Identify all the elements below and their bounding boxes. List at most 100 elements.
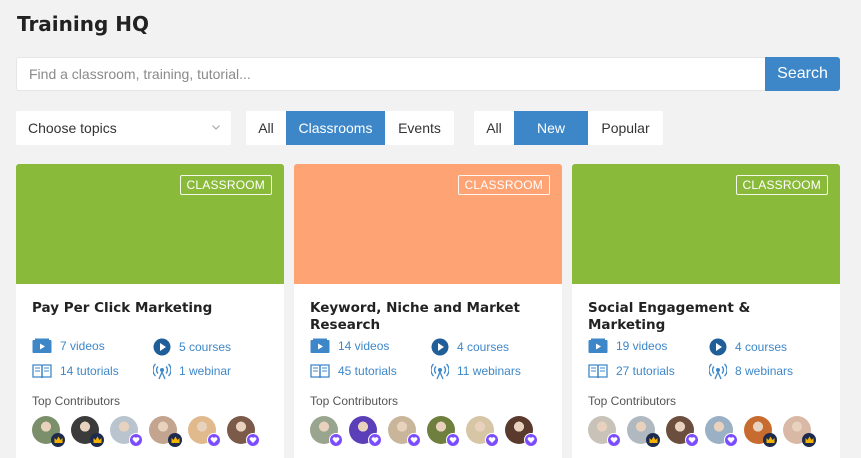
- contributor-avatar[interactable]: [149, 416, 182, 447]
- contributor-avatar[interactable]: [705, 416, 738, 447]
- contributor-avatar[interactable]: [466, 416, 499, 447]
- contributor-avatar[interactable]: [427, 416, 460, 447]
- heart-icon: [607, 433, 621, 447]
- videos-count: 7 videos: [60, 339, 105, 353]
- contributor-avatar[interactable]: [310, 416, 343, 447]
- sort-filter-popular[interactable]: Popular: [588, 111, 663, 145]
- courses-count: 4 courses: [735, 340, 788, 354]
- contributors-list: [310, 416, 544, 447]
- topics-select[interactable]: Choose topics: [16, 111, 231, 145]
- courses-stat[interactable]: 4 courses: [431, 338, 509, 356]
- book-icon: [588, 363, 616, 379]
- type-filter-classrooms[interactable]: Classrooms: [286, 111, 385, 145]
- contributor-avatar[interactable]: [32, 416, 65, 447]
- book-icon: [310, 363, 338, 379]
- heart-icon: [246, 433, 260, 447]
- card-title[interactable]: Keyword, Niche and Market Research: [310, 300, 530, 334]
- chevron-down-icon: [212, 125, 220, 130]
- heart-icon: [485, 433, 499, 447]
- heart-icon: [724, 433, 738, 447]
- sort-filter: All New Popular: [474, 111, 663, 145]
- courses-count: 5 courses: [179, 340, 232, 354]
- webinars-count: 8 webinars: [735, 364, 794, 378]
- card-banner: CLASSROOM: [294, 164, 562, 284]
- tutorials-stat[interactable]: 14 tutorials: [32, 363, 119, 379]
- type-filter-all[interactable]: All: [246, 111, 286, 145]
- card-banner: CLASSROOM: [572, 164, 840, 284]
- heart-icon: [129, 433, 143, 447]
- crown-icon: [90, 433, 104, 447]
- heart-icon: [368, 433, 382, 447]
- contributor-avatar[interactable]: [388, 416, 421, 447]
- classroom-card[interactable]: CLASSROOM Social Engagement & Marketing …: [572, 164, 840, 458]
- contributors-list: [588, 416, 822, 447]
- type-filter: All Classrooms Events: [246, 111, 454, 145]
- sort-filter-all[interactable]: All: [474, 111, 514, 145]
- heart-icon: [407, 433, 421, 447]
- contributor-avatar[interactable]: [744, 416, 777, 447]
- broadcast-icon: [153, 362, 179, 380]
- webinars-count: 11 webinars: [457, 364, 521, 378]
- heart-icon: [207, 433, 221, 447]
- classroom-tag: CLASSROOM: [457, 175, 550, 195]
- sort-filter-new[interactable]: New: [514, 111, 588, 145]
- broadcast-icon: [709, 362, 735, 380]
- contributor-avatar[interactable]: [227, 416, 260, 447]
- videos-stat[interactable]: 19 videos: [588, 338, 667, 354]
- contributor-avatar[interactable]: [505, 416, 538, 447]
- contributor-avatar[interactable]: [110, 416, 143, 447]
- videos-stat[interactable]: 7 videos: [32, 338, 105, 354]
- search-input[interactable]: [16, 57, 765, 91]
- topics-select-label: Choose topics: [28, 120, 117, 136]
- card-banner: CLASSROOM: [16, 164, 284, 284]
- crown-icon: [763, 433, 777, 447]
- classroom-tag: CLASSROOM: [179, 175, 272, 195]
- page-title: Training HQ: [17, 12, 150, 36]
- crown-icon: [168, 433, 182, 447]
- webinars-stat[interactable]: 1 webinar: [153, 362, 231, 380]
- heart-icon: [524, 433, 538, 447]
- tutorials-count: 45 tutorials: [338, 364, 397, 378]
- classroom-card[interactable]: CLASSROOM Pay Per Click Marketing 7 vide…: [16, 164, 284, 458]
- contributor-avatar[interactable]: [666, 416, 699, 447]
- tutorials-count: 14 tutorials: [60, 364, 119, 378]
- top-contributors-label: Top Contributors: [32, 394, 121, 408]
- broadcast-icon: [431, 362, 457, 380]
- card-title[interactable]: Social Engagement & Marketing: [588, 300, 808, 334]
- contributor-avatar[interactable]: [627, 416, 660, 447]
- play-circle-icon: [431, 338, 457, 356]
- card-title[interactable]: Pay Per Click Marketing: [32, 300, 252, 317]
- contributor-avatar[interactable]: [349, 416, 382, 447]
- top-contributors-label: Top Contributors: [588, 394, 677, 408]
- video-icon: [32, 338, 60, 354]
- search-button[interactable]: Search: [765, 57, 840, 91]
- type-filter-events[interactable]: Events: [385, 111, 454, 145]
- contributor-avatar[interactable]: [588, 416, 621, 447]
- webinars-stat[interactable]: 11 webinars: [431, 362, 521, 380]
- contributor-avatar[interactable]: [71, 416, 104, 447]
- top-contributors-label: Top Contributors: [310, 394, 399, 408]
- tutorials-count: 27 tutorials: [616, 364, 675, 378]
- book-icon: [32, 363, 60, 379]
- play-circle-icon: [153, 338, 179, 356]
- videos-stat[interactable]: 14 videos: [310, 338, 389, 354]
- crown-icon: [646, 433, 660, 447]
- contributor-avatar[interactable]: [783, 416, 816, 447]
- crown-icon: [802, 433, 816, 447]
- contributor-avatar[interactable]: [188, 416, 221, 447]
- classroom-tag: CLASSROOM: [735, 175, 828, 195]
- videos-count: 14 videos: [338, 339, 390, 353]
- courses-stat[interactable]: 4 courses: [709, 338, 787, 356]
- courses-stat[interactable]: 5 courses: [153, 338, 231, 356]
- play-circle-icon: [709, 338, 735, 356]
- search-bar: Search: [16, 57, 840, 91]
- tutorials-stat[interactable]: 45 tutorials: [310, 363, 397, 379]
- webinars-stat[interactable]: 8 webinars: [709, 362, 793, 380]
- heart-icon: [446, 433, 460, 447]
- contributors-list: [32, 416, 266, 447]
- videos-count: 19 videos: [616, 339, 668, 353]
- heart-icon: [329, 433, 343, 447]
- tutorials-stat[interactable]: 27 tutorials: [588, 363, 675, 379]
- heart-icon: [685, 433, 699, 447]
- classroom-card[interactable]: CLASSROOM Keyword, Niche and Market Rese…: [294, 164, 562, 458]
